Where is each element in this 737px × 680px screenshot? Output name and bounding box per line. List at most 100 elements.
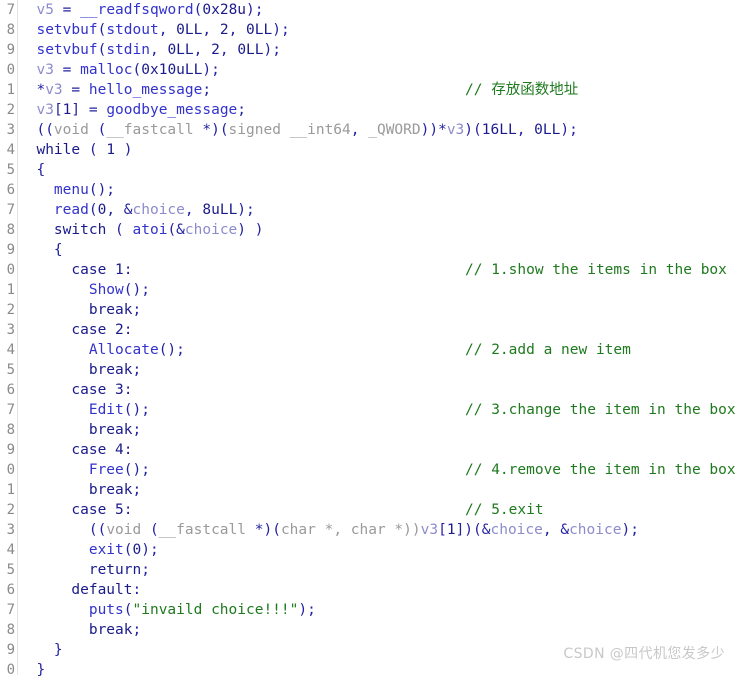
code-line[interactable]: setvbuf(stdout, 0LL, 2, 0LL);: [19, 20, 737, 40]
token-typ: __fastcall: [158, 522, 247, 538]
code-line[interactable]: return;: [19, 560, 737, 580]
token-pun: ,: [202, 22, 220, 38]
code-line[interactable]: v3 = malloc(0x10uLL);: [19, 60, 737, 80]
token-pun: [19, 562, 89, 578]
code-line[interactable]: Free(); // 4.remove the item in the box: [19, 460, 737, 480]
code-line[interactable]: setvbuf(stdin, 0LL, 2, 0LL);: [19, 40, 737, 60]
token-pun: (: [106, 222, 133, 238]
line-number: 9: [6, 442, 15, 458]
code-area[interactable]: v5 = __readfsqword(0x28u); setvbuf(stdou…: [19, 0, 737, 678]
token-pun: ((: [19, 122, 54, 138]
line-number: 3: [6, 322, 15, 338]
code-line[interactable]: menu();: [19, 180, 737, 200]
code-line-text: setvbuf(stdin, 0LL, 2, 0LL);: [19, 42, 281, 58]
token-pun: :: [123, 262, 133, 278]
code-line[interactable]: Show();: [19, 280, 737, 300]
code-line-text: case 3:: [19, 382, 132, 398]
token-pun: ();: [123, 462, 150, 478]
code-line-text: Allocate();: [19, 342, 185, 358]
line-number: 1: [6, 82, 15, 98]
token-pun: (&: [167, 222, 185, 238]
code-line[interactable]: {: [19, 240, 737, 260]
code-line[interactable]: case 2:: [19, 320, 737, 340]
code-line[interactable]: Edit(); // 3.change the item in the box: [19, 400, 737, 420]
code-line[interactable]: case 1: // 1.show the items in the box: [19, 260, 737, 280]
code-line-text: Free();: [19, 462, 150, 478]
token-str: "invaild choice!!!": [132, 602, 299, 618]
line-number: 6: [6, 382, 15, 398]
token-kw: return: [88, 562, 142, 578]
code-line[interactable]: Allocate(); // 2.add a new item: [19, 340, 737, 360]
code-line[interactable]: case 5: // 5.exit: [19, 500, 737, 520]
token-pun: ) ): [237, 222, 264, 238]
token-kw: case: [71, 502, 107, 518]
token-pun: {: [19, 162, 46, 178]
token-typ: __fastcall: [106, 122, 194, 138]
token-fn: stdout: [106, 22, 159, 38]
token-var: choice: [490, 522, 543, 538]
code-line[interactable]: puts("invaild choice!!!");: [19, 600, 737, 620]
code-line[interactable]: switch ( atoi(&choice) ): [19, 220, 737, 240]
code-line[interactable]: case 4:: [19, 440, 737, 460]
token-pun: :: [132, 582, 142, 598]
code-line[interactable]: v5 = __readfsqword(0x28u);: [19, 0, 737, 20]
token-fn: Edit: [88, 402, 124, 418]
token-pun: );: [298, 602, 316, 618]
token-pun: [19, 322, 71, 338]
token-pun: );: [141, 542, 159, 558]
token-pun: ((: [19, 522, 107, 538]
token-pun: {: [19, 242, 63, 258]
code-line[interactable]: read(0, &choice, 8uLL);: [19, 200, 737, 220]
inline-comment: // 1.show the items in the box: [465, 262, 727, 278]
code-line[interactable]: break;: [19, 480, 737, 500]
token-num: 2: [219, 22, 229, 38]
code-line[interactable]: {: [19, 160, 737, 180]
token-pun: =: [53, 62, 81, 78]
token-fn: Show: [88, 282, 124, 298]
token-typ: signed __int64: [228, 122, 351, 138]
line-number: 7: [6, 202, 15, 218]
code-line[interactable]: break;: [19, 420, 737, 440]
line-number: 5: [6, 362, 15, 378]
code-line[interactable]: *v3 = hello_message; // 存放函数地址: [19, 80, 737, 100]
code-line[interactable]: ((void (__fastcall *)(signed __int64, _Q…: [19, 120, 737, 140]
token-pun: [106, 502, 115, 518]
token-fn: malloc: [80, 62, 133, 78]
code-line[interactable]: break;: [19, 300, 737, 320]
token-pun: , &: [542, 522, 570, 538]
code-line[interactable]: exit(0);: [19, 540, 737, 560]
token-kw: break: [88, 622, 133, 638]
token-pun: :: [123, 502, 133, 518]
line-number: 3: [6, 522, 15, 538]
code-line[interactable]: ((void (__fastcall *)(char *, char *))v3…: [19, 520, 737, 540]
code-line-text: Show();: [19, 282, 150, 298]
token-pun: [106, 382, 115, 398]
code-line[interactable]: }: [19, 660, 737, 680]
token-pun: ;: [132, 622, 142, 638]
code-line[interactable]: default:: [19, 580, 737, 600]
code-line[interactable]: v3[1] = goodbye_message;: [19, 100, 737, 120]
code-line[interactable]: case 3:: [19, 380, 737, 400]
pseudocode-editor[interactable]: 7 8 9 0 1 2 3 4 5 6 7 8 9 0 1 2 3 4 5 6 7 8 9 0 1 2 3 4 5 6 7 8 9 0 v5 = …: [0, 0, 737, 678]
token-pun: [19, 502, 71, 518]
code-line[interactable]: break;: [19, 360, 737, 380]
code-line-text: case 4:: [19, 442, 132, 458]
line-number: 0: [6, 462, 15, 478]
token-pun: ,: [228, 22, 247, 38]
code-line-text: }: [19, 662, 45, 678]
token-kw: break: [88, 302, 133, 318]
code-line[interactable]: while ( 1 ): [19, 140, 737, 160]
token-pun: );: [202, 62, 220, 78]
token-fn: menu: [53, 182, 89, 198]
code-line[interactable]: break;: [19, 620, 737, 640]
line-number: 0: [6, 262, 15, 278]
inline-comment: // 3.change the item in the box: [465, 402, 736, 418]
token-kw: case: [71, 262, 107, 278]
line-number: 7: [6, 2, 15, 18]
token-typ: void: [106, 522, 142, 538]
token-num: 8uLL: [202, 202, 238, 218]
token-pun: [106, 262, 115, 278]
token-var: v3: [45, 82, 63, 98]
token-pun: [19, 542, 89, 558]
token-pun: ,: [193, 42, 212, 58]
